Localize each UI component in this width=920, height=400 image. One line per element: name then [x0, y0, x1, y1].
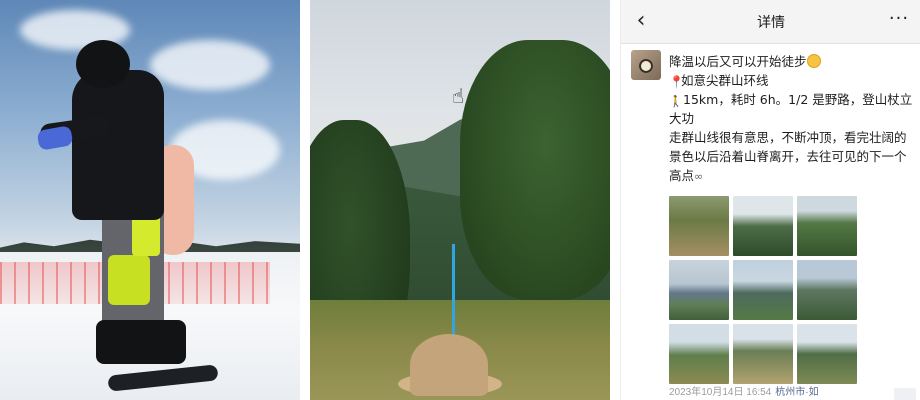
- photo-thumbnail[interactable]: [669, 324, 729, 384]
- mountain-photo[interactable]: ☝: [310, 0, 610, 400]
- rider-jacket: [72, 70, 164, 220]
- image-grid: [669, 196, 865, 386]
- rider-helmet: [76, 40, 130, 88]
- post-meta: 2023年10月14日 16:54 杭州市·如: [669, 386, 919, 400]
- sky-cloud: [150, 40, 270, 90]
- more-icon[interactable]: ···: [885, 8, 913, 36]
- photo-thumbnail[interactable]: [669, 260, 729, 320]
- walking-icon: 🚶: [669, 95, 683, 108]
- rider-boots: [96, 320, 186, 364]
- post-line: 降温以后又可以开始徒步: [669, 52, 913, 71]
- rider-knee-pad: [108, 255, 150, 305]
- photo-thumbnail[interactable]: [797, 324, 857, 384]
- photo-thumbnail[interactable]: [669, 196, 729, 256]
- post-line: 🚶15km，耗时 6h。1/2 是野路，登山杖立大功: [669, 90, 913, 128]
- location-pin-icon: 📍: [669, 75, 684, 89]
- nav-bar: ‹ 详情 ···: [621, 0, 920, 44]
- post-line-text: 降温以后又可以开始徒步: [669, 54, 807, 69]
- tree-foliage-right: [460, 40, 610, 300]
- post-detail-panel: ‹ 详情 ··· 降温以后又可以开始徒步 📍如意尖群山环线 🚶15km，耗时 6…: [620, 0, 920, 400]
- photo-thumbnail[interactable]: [733, 260, 793, 320]
- surprised-emoji-icon: [806, 54, 821, 68]
- hand-cursor-icon: ☝: [452, 84, 465, 108]
- post-line-text: 15km，耗时 6h。1/2 是野路，登山杖立大功: [669, 92, 913, 126]
- infinity-icon: ∞: [694, 170, 704, 183]
- photo-thumbnail[interactable]: [733, 324, 793, 384]
- post-location-link[interactable]: 杭州市·如: [775, 387, 818, 398]
- photo-thumbnail[interactable]: [797, 260, 857, 320]
- comment-action-button[interactable]: [894, 388, 916, 400]
- post-line: 走群山线很有意思，不断冲顶，看完壮阔的景色以后沿着山脊离开，去往可见的下一个高点…: [669, 128, 913, 186]
- rider-glove: [36, 125, 74, 151]
- trekking-pole: [452, 244, 455, 340]
- post-line-text: 如意尖群山环线: [681, 73, 769, 88]
- post-timestamp: 2023年10月14日 16:54: [669, 387, 772, 398]
- hiker-hat: [410, 334, 488, 396]
- post-text: 降温以后又可以开始徒步 📍如意尖群山环线 🚶15km，耗时 6h。1/2 是野路…: [669, 52, 913, 186]
- post-line: 📍如意尖群山环线: [669, 71, 913, 90]
- avatar[interactable]: [631, 50, 661, 80]
- photo-thumbnail[interactable]: [733, 196, 793, 256]
- page-title: 详情: [757, 14, 785, 30]
- post-line-text: 走群山线很有意思，不断冲顶，看完壮阔的景色以后沿着山脊离开，去往可见的下一个高点: [669, 130, 907, 183]
- snowboard-photo[interactable]: [0, 0, 300, 400]
- photo-thumbnail[interactable]: [797, 196, 857, 256]
